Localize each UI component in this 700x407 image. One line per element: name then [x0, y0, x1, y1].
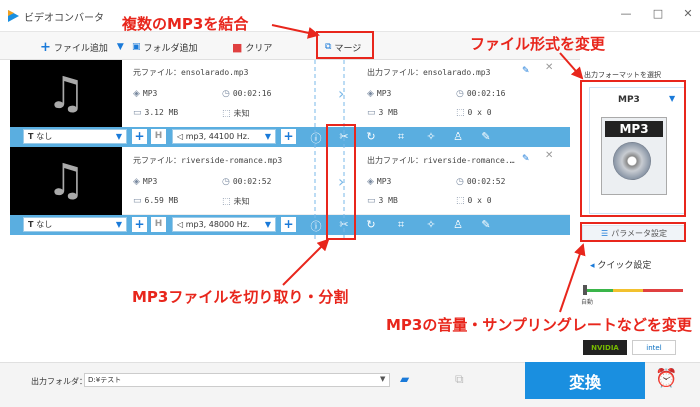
annotation-format: ファイル形式を変更 — [470, 35, 606, 53]
annotation-cut: MP3ファイルを切り取り・分割 — [132, 288, 349, 306]
annotation-merge: 複数のMP3を結合 — [122, 15, 249, 33]
annotation-params: MP3の音量・サンプリングレートなどを変更 — [386, 316, 692, 334]
annotation-arrows — [271, 24, 586, 313]
